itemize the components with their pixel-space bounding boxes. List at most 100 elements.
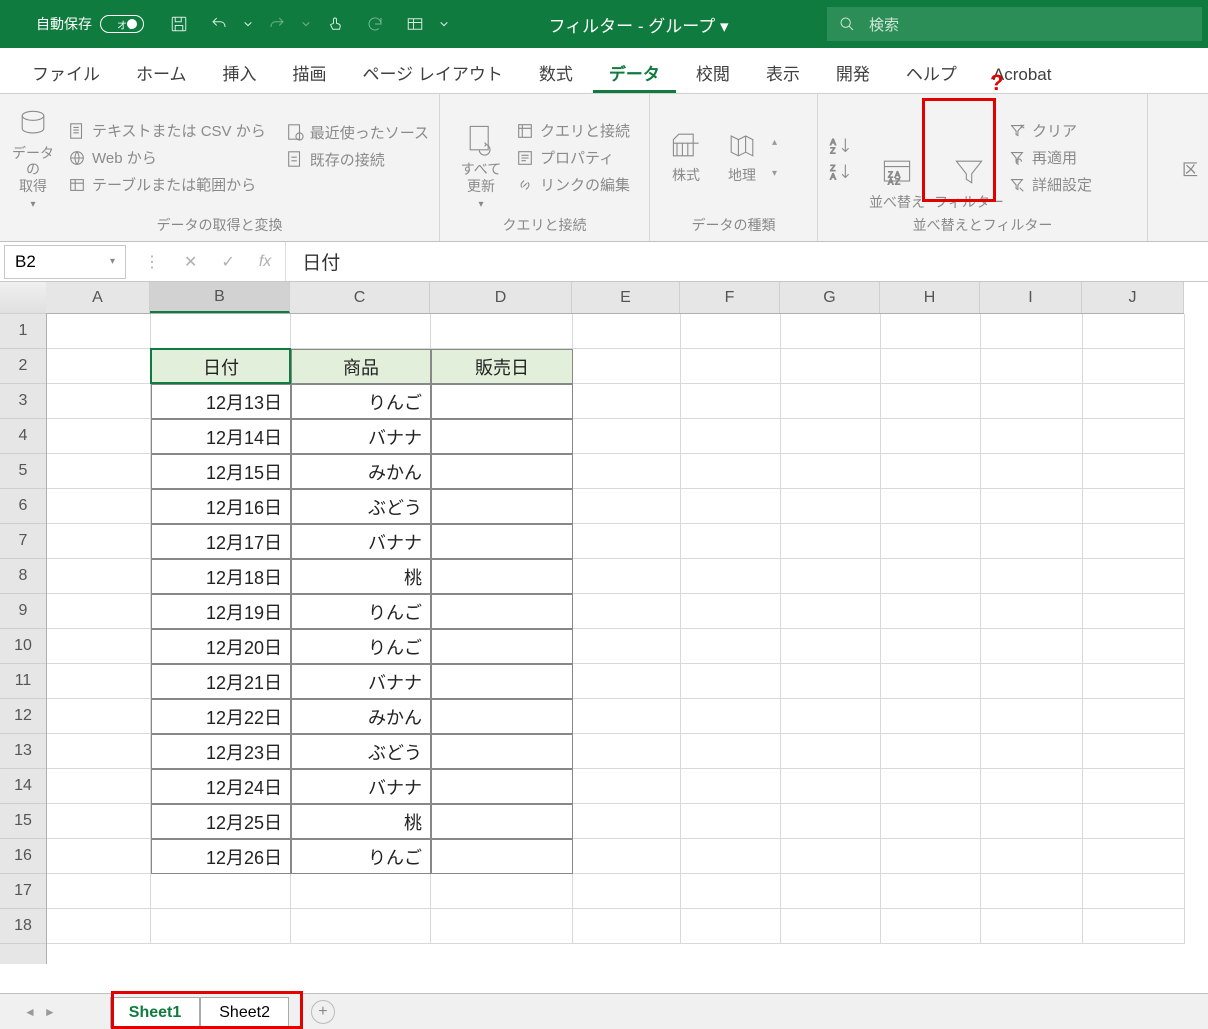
cell[interactable] xyxy=(881,384,981,419)
row-header[interactable]: 12 xyxy=(0,699,46,734)
col-header[interactable]: I xyxy=(980,282,1082,313)
row-header[interactable]: 18 xyxy=(0,909,46,944)
tab-ホーム[interactable]: ホーム xyxy=(120,50,203,93)
cell[interactable] xyxy=(1083,664,1185,699)
cell[interactable] xyxy=(981,524,1083,559)
tab-ページ レイアウト[interactable]: ページ レイアウト xyxy=(347,50,519,93)
cell[interactable]: 12月16日 xyxy=(151,489,291,524)
cell[interactable] xyxy=(1083,839,1185,874)
cell[interactable] xyxy=(981,454,1083,489)
scroll-down-icon[interactable]: ▾ xyxy=(772,168,777,179)
cell[interactable] xyxy=(47,629,151,664)
sheet-tab[interactable]: Sheet1 xyxy=(110,997,200,1028)
tab-データ[interactable]: データ xyxy=(593,50,676,93)
col-header[interactable]: F xyxy=(680,282,780,313)
cell[interactable] xyxy=(681,804,781,839)
cell[interactable] xyxy=(573,349,681,384)
cell[interactable] xyxy=(573,524,681,559)
cell[interactable] xyxy=(573,489,681,524)
edit-links[interactable]: リンクの編集 xyxy=(516,174,630,195)
cell[interactable] xyxy=(681,839,781,874)
cell[interactable]: バナナ xyxy=(291,664,431,699)
touch-mode-icon[interactable] xyxy=(318,7,352,41)
cell[interactable]: 商品 xyxy=(291,349,431,384)
cell[interactable]: 12月24日 xyxy=(151,769,291,804)
cell[interactable] xyxy=(881,909,981,944)
cell[interactable] xyxy=(981,664,1083,699)
cell[interactable] xyxy=(681,384,781,419)
cell[interactable] xyxy=(681,874,781,909)
cell[interactable] xyxy=(681,314,781,349)
cell[interactable] xyxy=(431,699,573,734)
col-header[interactable]: H xyxy=(880,282,980,313)
existing-connections[interactable]: 既存の接続 xyxy=(286,149,429,170)
cell[interactable] xyxy=(431,664,573,699)
get-data-button[interactable]: データの 取得 ▾ xyxy=(10,100,56,215)
row-header[interactable]: 10 xyxy=(0,629,46,664)
save-icon[interactable] xyxy=(162,7,196,41)
cell[interactable] xyxy=(1083,349,1185,384)
cell[interactable] xyxy=(681,454,781,489)
cell[interactable] xyxy=(431,454,573,489)
cell[interactable] xyxy=(573,629,681,664)
cell[interactable] xyxy=(681,524,781,559)
row-header[interactable]: 15 xyxy=(0,804,46,839)
cell[interactable]: ぶどう xyxy=(291,489,431,524)
cell[interactable] xyxy=(573,804,681,839)
cell[interactable] xyxy=(47,524,151,559)
cell[interactable] xyxy=(573,664,681,699)
cell[interactable] xyxy=(881,489,981,524)
cell[interactable] xyxy=(431,734,573,769)
cell[interactable] xyxy=(681,699,781,734)
cell[interactable] xyxy=(781,349,881,384)
cell[interactable] xyxy=(881,699,981,734)
cell[interactable] xyxy=(1083,454,1185,489)
cell[interactable]: 日付 xyxy=(151,349,291,384)
cell[interactable] xyxy=(47,559,151,594)
cell[interactable] xyxy=(431,489,573,524)
row-header[interactable]: 16 xyxy=(0,839,46,874)
cell[interactable] xyxy=(681,664,781,699)
row-header[interactable]: 14 xyxy=(0,769,46,804)
cell[interactable] xyxy=(47,664,151,699)
cell[interactable] xyxy=(781,524,881,559)
cell[interactable] xyxy=(1083,314,1185,349)
cell[interactable] xyxy=(981,909,1083,944)
cell[interactable] xyxy=(431,629,573,664)
cell[interactable] xyxy=(881,804,981,839)
cell[interactable] xyxy=(781,559,881,594)
cell[interactable] xyxy=(781,454,881,489)
cell[interactable] xyxy=(431,559,573,594)
cell[interactable]: バナナ xyxy=(291,419,431,454)
cell[interactable] xyxy=(781,629,881,664)
sheet-tab[interactable]: Sheet2 xyxy=(200,997,289,1028)
cell[interactable]: 12月21日 xyxy=(151,664,291,699)
from-text-csv[interactable]: テキストまたは CSV から xyxy=(68,120,266,141)
cell[interactable] xyxy=(681,349,781,384)
row-header[interactable]: 1 xyxy=(0,314,46,349)
tab-挿入[interactable]: 挿入 xyxy=(207,50,273,93)
autosave-toggle[interactable]: オフ xyxy=(100,15,144,33)
cell[interactable]: 12月25日 xyxy=(151,804,291,839)
row-header[interactable]: 6 xyxy=(0,489,46,524)
sort-button[interactable]: Z AA Z 並べ替え xyxy=(864,100,930,215)
enter-icon[interactable]: ✓ xyxy=(221,252,234,272)
cell[interactable] xyxy=(1083,804,1185,839)
cell[interactable] xyxy=(1083,384,1185,419)
cell[interactable] xyxy=(47,804,151,839)
tab-ヘルプ[interactable]: ヘルプ xyxy=(890,50,973,93)
row-header[interactable]: 17 xyxy=(0,874,46,909)
cell[interactable]: りんご xyxy=(291,384,431,419)
stocks-button[interactable]: 株式 xyxy=(660,127,712,188)
cell[interactable] xyxy=(881,664,981,699)
cell[interactable] xyxy=(1083,594,1185,629)
cell[interactable] xyxy=(573,909,681,944)
row-header[interactable]: 8 xyxy=(0,559,46,594)
repeat-icon[interactable] xyxy=(358,7,392,41)
cell[interactable] xyxy=(573,874,681,909)
cell[interactable] xyxy=(681,909,781,944)
cell[interactable] xyxy=(881,349,981,384)
cell[interactable] xyxy=(781,909,881,944)
from-web[interactable]: Web から xyxy=(68,147,266,168)
cell[interactable] xyxy=(431,419,573,454)
